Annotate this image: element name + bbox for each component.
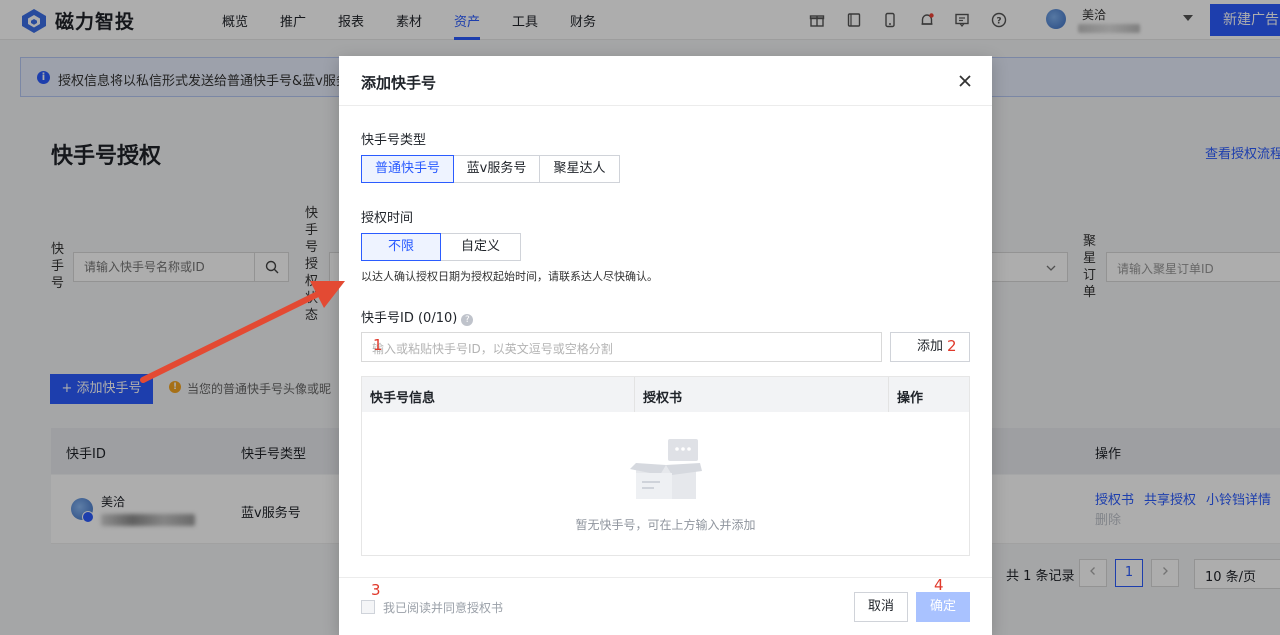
time-label: 授权时间 <box>361 211 414 226</box>
accounts-table: 快手号信息 授权书 操作 暂无快手号，可在上方输入并添加 <box>361 376 970 556</box>
annotation-marker-3: 3 <box>371 581 381 599</box>
id-label: 快手号ID (0/10) <box>361 311 458 326</box>
confirm-button[interactable]: 确定 <box>916 592 970 622</box>
time-option-custom[interactable]: 自定义 <box>440 233 521 261</box>
column-header-info: 快手号信息 <box>370 391 436 406</box>
add-button[interactable]: 添加 <box>890 332 970 362</box>
type-option-bluev[interactable]: 蓝v服务号 <box>453 155 540 183</box>
column-header-book: 授权书 <box>643 391 683 406</box>
type-option-juxing[interactable]: 聚星达人 <box>539 155 620 183</box>
cancel-button[interactable]: 取消 <box>854 592 908 622</box>
empty-box-icon <box>630 439 702 499</box>
empty-state-text: 暂无快手号，可在上方输入并添加 <box>575 518 756 532</box>
divider <box>339 577 992 578</box>
agree-checkbox[interactable] <box>361 600 375 614</box>
time-hint: 以达人确认授权日期为授权起始时间，请联系达人尽快确认。 <box>361 270 658 283</box>
annotation-marker-1: 1 <box>373 336 383 354</box>
column-header-action: 操作 <box>897 391 924 406</box>
time-segment: 不限 自定义 <box>361 233 521 261</box>
close-icon[interactable] <box>957 73 973 89</box>
type-segment: 普通快手号 蓝v服务号 聚星达人 <box>361 155 620 183</box>
dialog-title: 添加快手号 <box>361 74 437 92</box>
type-label: 快手号类型 <box>361 133 427 148</box>
column-divider <box>634 377 635 412</box>
id-label-row: 快手号ID (0/10)? <box>361 307 474 326</box>
type-option-normal[interactable]: 普通快手号 <box>361 155 454 183</box>
column-divider <box>888 377 889 412</box>
add-kuaishou-dialog: 添加快手号 快手号类型 普通快手号 蓝v服务号 聚星达人 授权时间 不限 自定义… <box>339 56 992 635</box>
table-header: 快手号信息 授权书 操作 <box>362 377 969 412</box>
divider <box>339 105 992 106</box>
agree-text: 我已阅读并同意授权书 <box>383 601 504 615</box>
kuaishou-id-input[interactable]: 输入或粘贴快手号ID，以英文逗号或空格分割 <box>361 332 882 362</box>
annotation-marker-2: 2 <box>947 337 957 355</box>
question-icon[interactable]: ? <box>461 314 474 326</box>
time-option-unlimited[interactable]: 不限 <box>361 233 441 261</box>
